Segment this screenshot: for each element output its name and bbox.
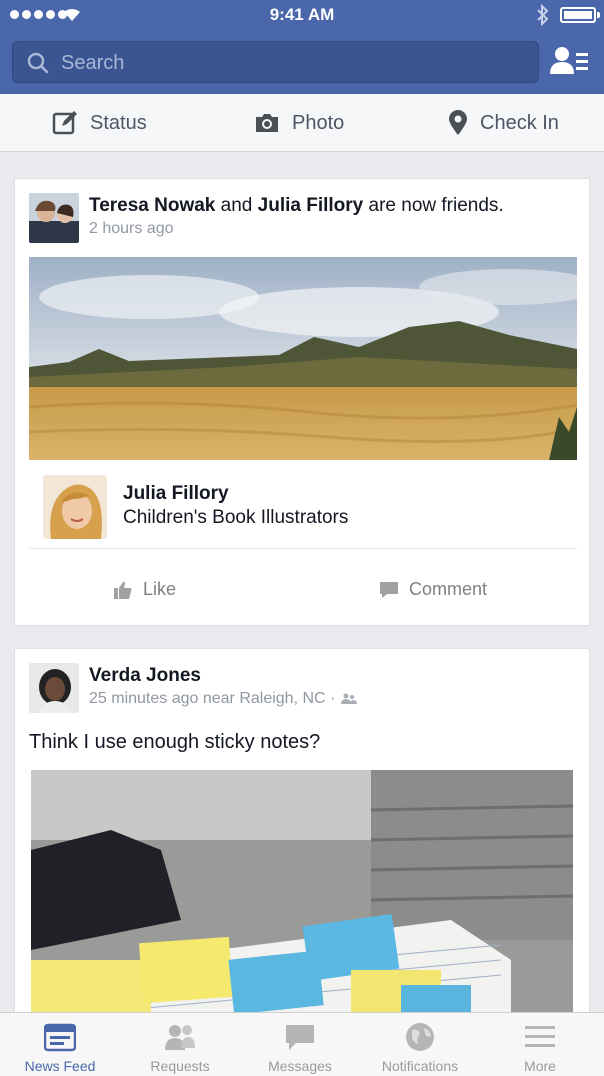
friend-avatar[interactable] [43, 475, 107, 539]
post-timestamp[interactable]: 25 minutes ago near Raleigh, NC · [89, 690, 335, 708]
feed-story-friendship: Teresa Nowak and Julia Fillory are now f… [14, 178, 590, 626]
thumbs-up-icon [114, 581, 132, 599]
hamburger-icon [525, 1026, 555, 1047]
story-actions: Like Comment [15, 571, 591, 611]
like-label: Like [143, 579, 177, 599]
friend-profile-row[interactable]: Julia Fillory Children's Book Illustrato… [29, 469, 577, 549]
photo-label: Photo [292, 111, 345, 134]
bluetooth-icon [537, 4, 549, 26]
comment-button[interactable]: Comment [379, 579, 487, 600]
feed-story-post: Verda Jones 25 minutes ago near Raleigh,… [14, 648, 590, 1028]
tab-requests[interactable]: Requests [120, 1013, 240, 1076]
avatar[interactable] [29, 663, 79, 713]
edit-icon [52, 111, 77, 135]
composer-bar: Status Photo Check In [0, 94, 604, 152]
landscape-photo[interactable] [29, 257, 577, 460]
search-icon [27, 52, 49, 74]
search-input[interactable]: Search [12, 41, 539, 83]
globe-icon [406, 1023, 434, 1051]
story-title: Teresa Nowak and Julia Fillory are now f… [89, 195, 504, 216]
tab-news-feed[interactable]: News Feed [0, 1013, 120, 1076]
sticky-notes-photo[interactable] [31, 770, 573, 1027]
photo-button[interactable]: Photo [254, 108, 344, 138]
tab-messages[interactable]: Messages [240, 1013, 360, 1076]
actor-name-link[interactable]: Teresa Nowak [89, 195, 215, 216]
location-pin-icon [449, 110, 467, 135]
check-in-button[interactable]: Check In [448, 108, 559, 138]
friends-audience-icon [341, 693, 358, 704]
status-button[interactable]: Status [52, 108, 147, 138]
messages-icon [286, 1025, 314, 1050]
comment-label: Comment [409, 579, 488, 599]
status-label: Status [90, 111, 147, 134]
tab-notifications[interactable]: Notifications [360, 1013, 480, 1076]
friend-subtitle: Children's Book Illustrators [123, 507, 349, 528]
like-button[interactable]: Like [113, 579, 176, 600]
friend-requests-icon [165, 1025, 195, 1050]
check-in-label: Check In [480, 111, 559, 134]
friend-name[interactable]: Julia Fillory [123, 483, 229, 505]
post-meta: 25 minutes ago near Raleigh, NC · [89, 690, 358, 708]
post-text: Think I use enough sticky notes? [29, 731, 321, 753]
comment-icon [380, 581, 398, 598]
avatar[interactable] [29, 193, 79, 243]
camera-icon [256, 114, 278, 132]
status-bar: 9:41 AM [0, 0, 604, 30]
battery-icon [560, 7, 600, 23]
friends-list-icon[interactable] [548, 44, 592, 80]
tab-bar: News Feed Requests Messages Notification… [0, 1012, 604, 1076]
timestamp[interactable]: 2 hours ago [89, 220, 174, 238]
tab-more[interactable]: More [480, 1013, 600, 1076]
header: 9:41 AM Search [0, 0, 604, 94]
clock: 9:41 AM [269, 5, 335, 24]
actor-name-link[interactable]: Julia Fillory [258, 195, 364, 216]
news-feed-icon [44, 1023, 76, 1052]
author-name[interactable]: Verda Jones [89, 665, 201, 687]
search-placeholder: Search [61, 52, 125, 74]
